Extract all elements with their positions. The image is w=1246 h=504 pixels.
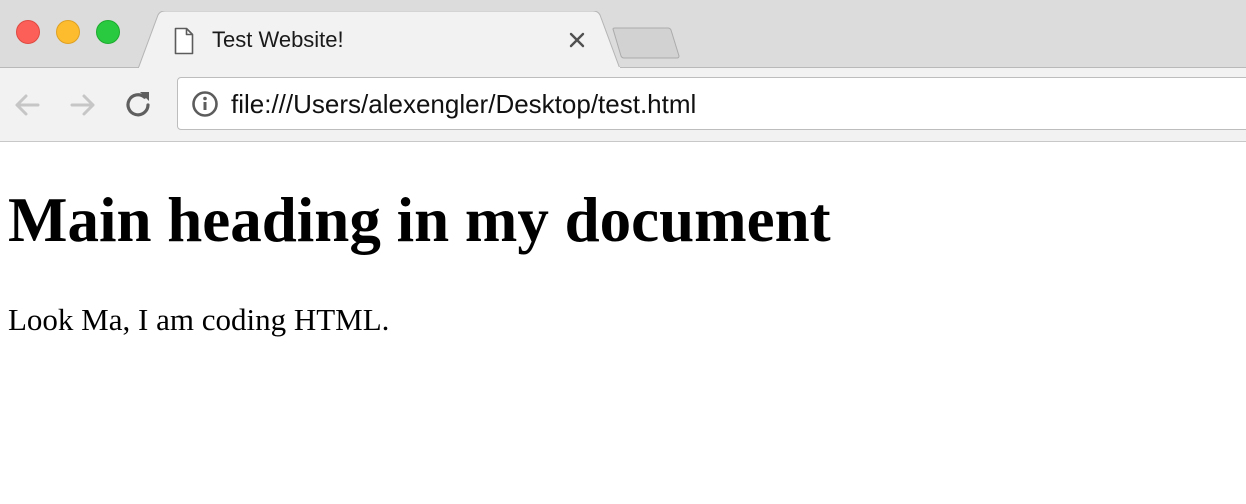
forward-button[interactable] xyxy=(66,88,100,122)
close-icon[interactable] xyxy=(566,29,588,51)
tab-strip: Test Website! xyxy=(0,0,1246,69)
back-button[interactable] xyxy=(10,88,44,122)
page-paragraph: Look Ma, I am coding HTML. xyxy=(8,302,390,337)
new-tab-icon[interactable] xyxy=(612,27,682,59)
window-minimize-button[interactable] xyxy=(56,20,80,44)
browser-window: Test Website! file:///Users/alexengler/D… xyxy=(0,0,1246,504)
back-arrow-icon xyxy=(10,94,44,126)
window-zoom-button[interactable] xyxy=(96,20,120,44)
info-icon[interactable] xyxy=(191,90,219,118)
forward-arrow-icon xyxy=(66,94,100,126)
page-heading: Main heading in my document xyxy=(8,185,831,255)
document-icon xyxy=(174,27,194,55)
tab-active[interactable]: Test Website! xyxy=(138,11,622,69)
page-viewport: Main heading in my document Look Ma, I a… xyxy=(0,142,1246,504)
tab-title: Test Website! xyxy=(212,27,344,52)
url-text[interactable]: file:///Users/alexengler/Desktop/test.ht… xyxy=(231,89,696,119)
address-bar[interactable]: file:///Users/alexengler/Desktop/test.ht… xyxy=(177,77,1246,130)
reload-button[interactable] xyxy=(122,88,156,122)
tab-background xyxy=(138,11,621,69)
reload-icon xyxy=(122,92,156,126)
window-close-button[interactable] xyxy=(16,20,40,44)
browser-toolbar: file:///Users/alexengler/Desktop/test.ht… xyxy=(0,68,1246,142)
